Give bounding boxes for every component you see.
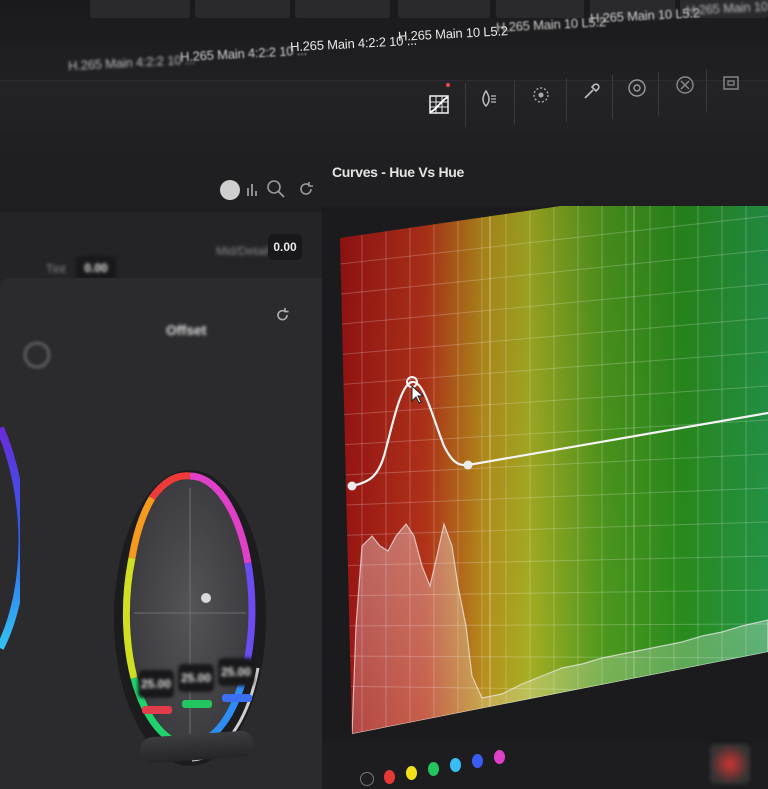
qualifier-icon	[478, 88, 500, 115]
tracker-button[interactable]	[574, 76, 608, 110]
codec-tile[interactable]	[398, 0, 490, 18]
reset-icon[interactable]	[296, 179, 316, 204]
blur-button[interactable]	[620, 73, 654, 107]
eyedropper-icon	[580, 80, 602, 107]
blur-icon	[626, 77, 648, 104]
level-icon[interactable]	[246, 182, 260, 203]
curve-control-point	[463, 460, 473, 470]
toolbar-divider	[566, 78, 567, 122]
sizing-icon	[720, 72, 742, 99]
color-wheels-panel: Tint 0.00 Mid/Detail 0.00 Offset 25.00 2…	[0, 170, 322, 789]
offset-blue-value[interactable]: 25.00	[218, 658, 254, 686]
offset-red-value[interactable]: 25.00	[138, 670, 174, 698]
swatch-green[interactable]	[428, 762, 439, 776]
curves-panel	[322, 176, 768, 766]
offset-green-value[interactable]: 25.00	[178, 664, 214, 692]
hue-vs-hue-graph[interactable]	[322, 176, 768, 766]
curves-button[interactable]	[422, 89, 456, 123]
toolbar-divider	[465, 83, 466, 127]
codec-tile[interactable]	[295, 0, 390, 18]
swatch-cyan[interactable]	[450, 758, 461, 772]
blue-bar	[222, 694, 252, 702]
codec-tile[interactable]	[195, 0, 290, 18]
green-bar	[182, 700, 212, 708]
reset-wheel-icon[interactable]	[24, 342, 50, 368]
toolbar-divider	[612, 75, 613, 119]
codec-label: H.265 Main 4:2:2 10 ...	[67, 51, 196, 74]
swatch-yellow[interactable]	[406, 766, 417, 780]
temp-field[interactable]: 0.00	[76, 256, 116, 280]
zoom-icon[interactable]	[266, 179, 286, 204]
qualifier-button[interactable]	[472, 84, 506, 118]
offset-wheel-handle	[201, 593, 211, 603]
eyedropper-small-icon[interactable]	[360, 772, 374, 786]
mode-icon[interactable]	[220, 180, 240, 200]
curve-control-point	[347, 481, 357, 491]
swatch-red[interactable]	[384, 770, 395, 784]
lift-wheel-edge	[0, 426, 20, 650]
active-dot	[446, 83, 450, 87]
reset-offset-icon[interactable]	[274, 306, 292, 329]
sizing-button[interactable]	[714, 68, 748, 102]
swatch-blue[interactable]	[472, 754, 483, 768]
scope-thumbnail[interactable]	[710, 744, 750, 784]
swatch-magenta[interactable]	[494, 750, 505, 764]
codec-label: H.265 Main 10 L5.2	[397, 23, 509, 44]
key-icon	[674, 74, 696, 101]
codec-label: H.265 Main 4:2:2 10 ...	[179, 42, 308, 65]
window-icon	[530, 84, 552, 111]
toolbar-divider	[706, 69, 707, 113]
red-bar	[142, 706, 172, 714]
wheel-title: Offset	[166, 322, 207, 338]
curves-title: Curves - Hue Vs Hue	[332, 164, 465, 180]
mid-detail-label: Mid/Detail	[216, 244, 270, 258]
toolbar-divider	[658, 72, 659, 116]
temp-label: Tint	[46, 262, 66, 276]
curves-grid-icon	[427, 92, 451, 121]
toolbar-divider	[514, 81, 515, 125]
codec-strip: H.265 Main 4:2:2 10 ... H.265 Main 4:2:2…	[0, 0, 768, 80]
mid-detail-field[interactable]: 0.00	[268, 234, 302, 260]
key-button[interactable]	[668, 70, 702, 104]
left-panel-header	[0, 170, 322, 212]
window-button[interactable]	[524, 80, 558, 114]
curves-bottom-bar	[322, 742, 768, 789]
offset-wheel-panel: Offset 25.00 25.00 25.00	[0, 278, 322, 789]
curves-header: Curves - Hue Vs Hue	[322, 158, 768, 206]
codec-tile[interactable]	[90, 0, 190, 18]
offset-color-wheel[interactable]	[112, 468, 268, 768]
